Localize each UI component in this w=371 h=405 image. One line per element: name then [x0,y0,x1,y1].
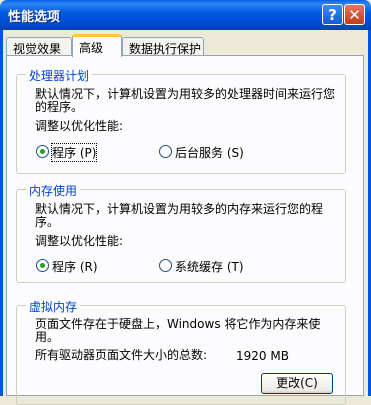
processor-background-services-label[interactable]: 后台服务 (S) [175,144,244,161]
processor-description: 默认情况下，计算机设置为用较多的处理器时间来运行您的程序。 [35,87,336,114]
close-button[interactable]: ✕ [344,4,365,25]
help-icon: ? [328,6,337,24]
memory-programs-label[interactable]: 程序 (R) [52,258,98,275]
memory-description: 默认情况下，计算机设置为用较多的内存来运行您的程序。 [35,202,324,229]
processor-background-services-radio[interactable] [159,145,172,158]
memory-adjust-label: 调整以优化性能: [35,234,124,248]
tab-visual-effects[interactable]: 视觉效果 [6,37,72,56]
virtual-memory-total-value: 1920 MB [236,349,289,363]
tab-advanced[interactable]: 高级 [72,34,122,57]
memory-programs-radio[interactable] [36,259,49,272]
change-button[interactable]: 更改(C) [261,373,333,394]
processor-programs-label[interactable]: 程序 (P) [50,143,98,162]
memory-system-cache-label[interactable]: 系统缓存 (T) [175,258,244,275]
virtual-memory-description: 页面文件存在于硬盘上，Windows 将它作为内存来使用。 [35,317,321,344]
virtual-memory-title: 虚拟内存 [26,298,81,315]
window-title: 性能选项 [8,10,61,25]
window-frame-left [0,30,3,396]
title-bar: 性能选项 ? ✕ [0,0,371,30]
processor-programs-radio[interactable] [36,145,49,158]
memory-usage-title: 内存使用 [26,182,81,199]
memory-system-cache-radio[interactable] [159,259,172,272]
processor-adjust-label: 调整以优化性能: [35,119,124,133]
close-icon: ✕ [348,6,361,24]
help-button[interactable]: ? [322,4,343,25]
tab-data-execution-prevention[interactable]: 数据执行保护 [122,37,204,56]
virtual-memory-total-label: 所有驱动器页面文件大小的总数: [35,348,208,362]
processor-scheduling-title: 处理器计划 [26,67,93,84]
